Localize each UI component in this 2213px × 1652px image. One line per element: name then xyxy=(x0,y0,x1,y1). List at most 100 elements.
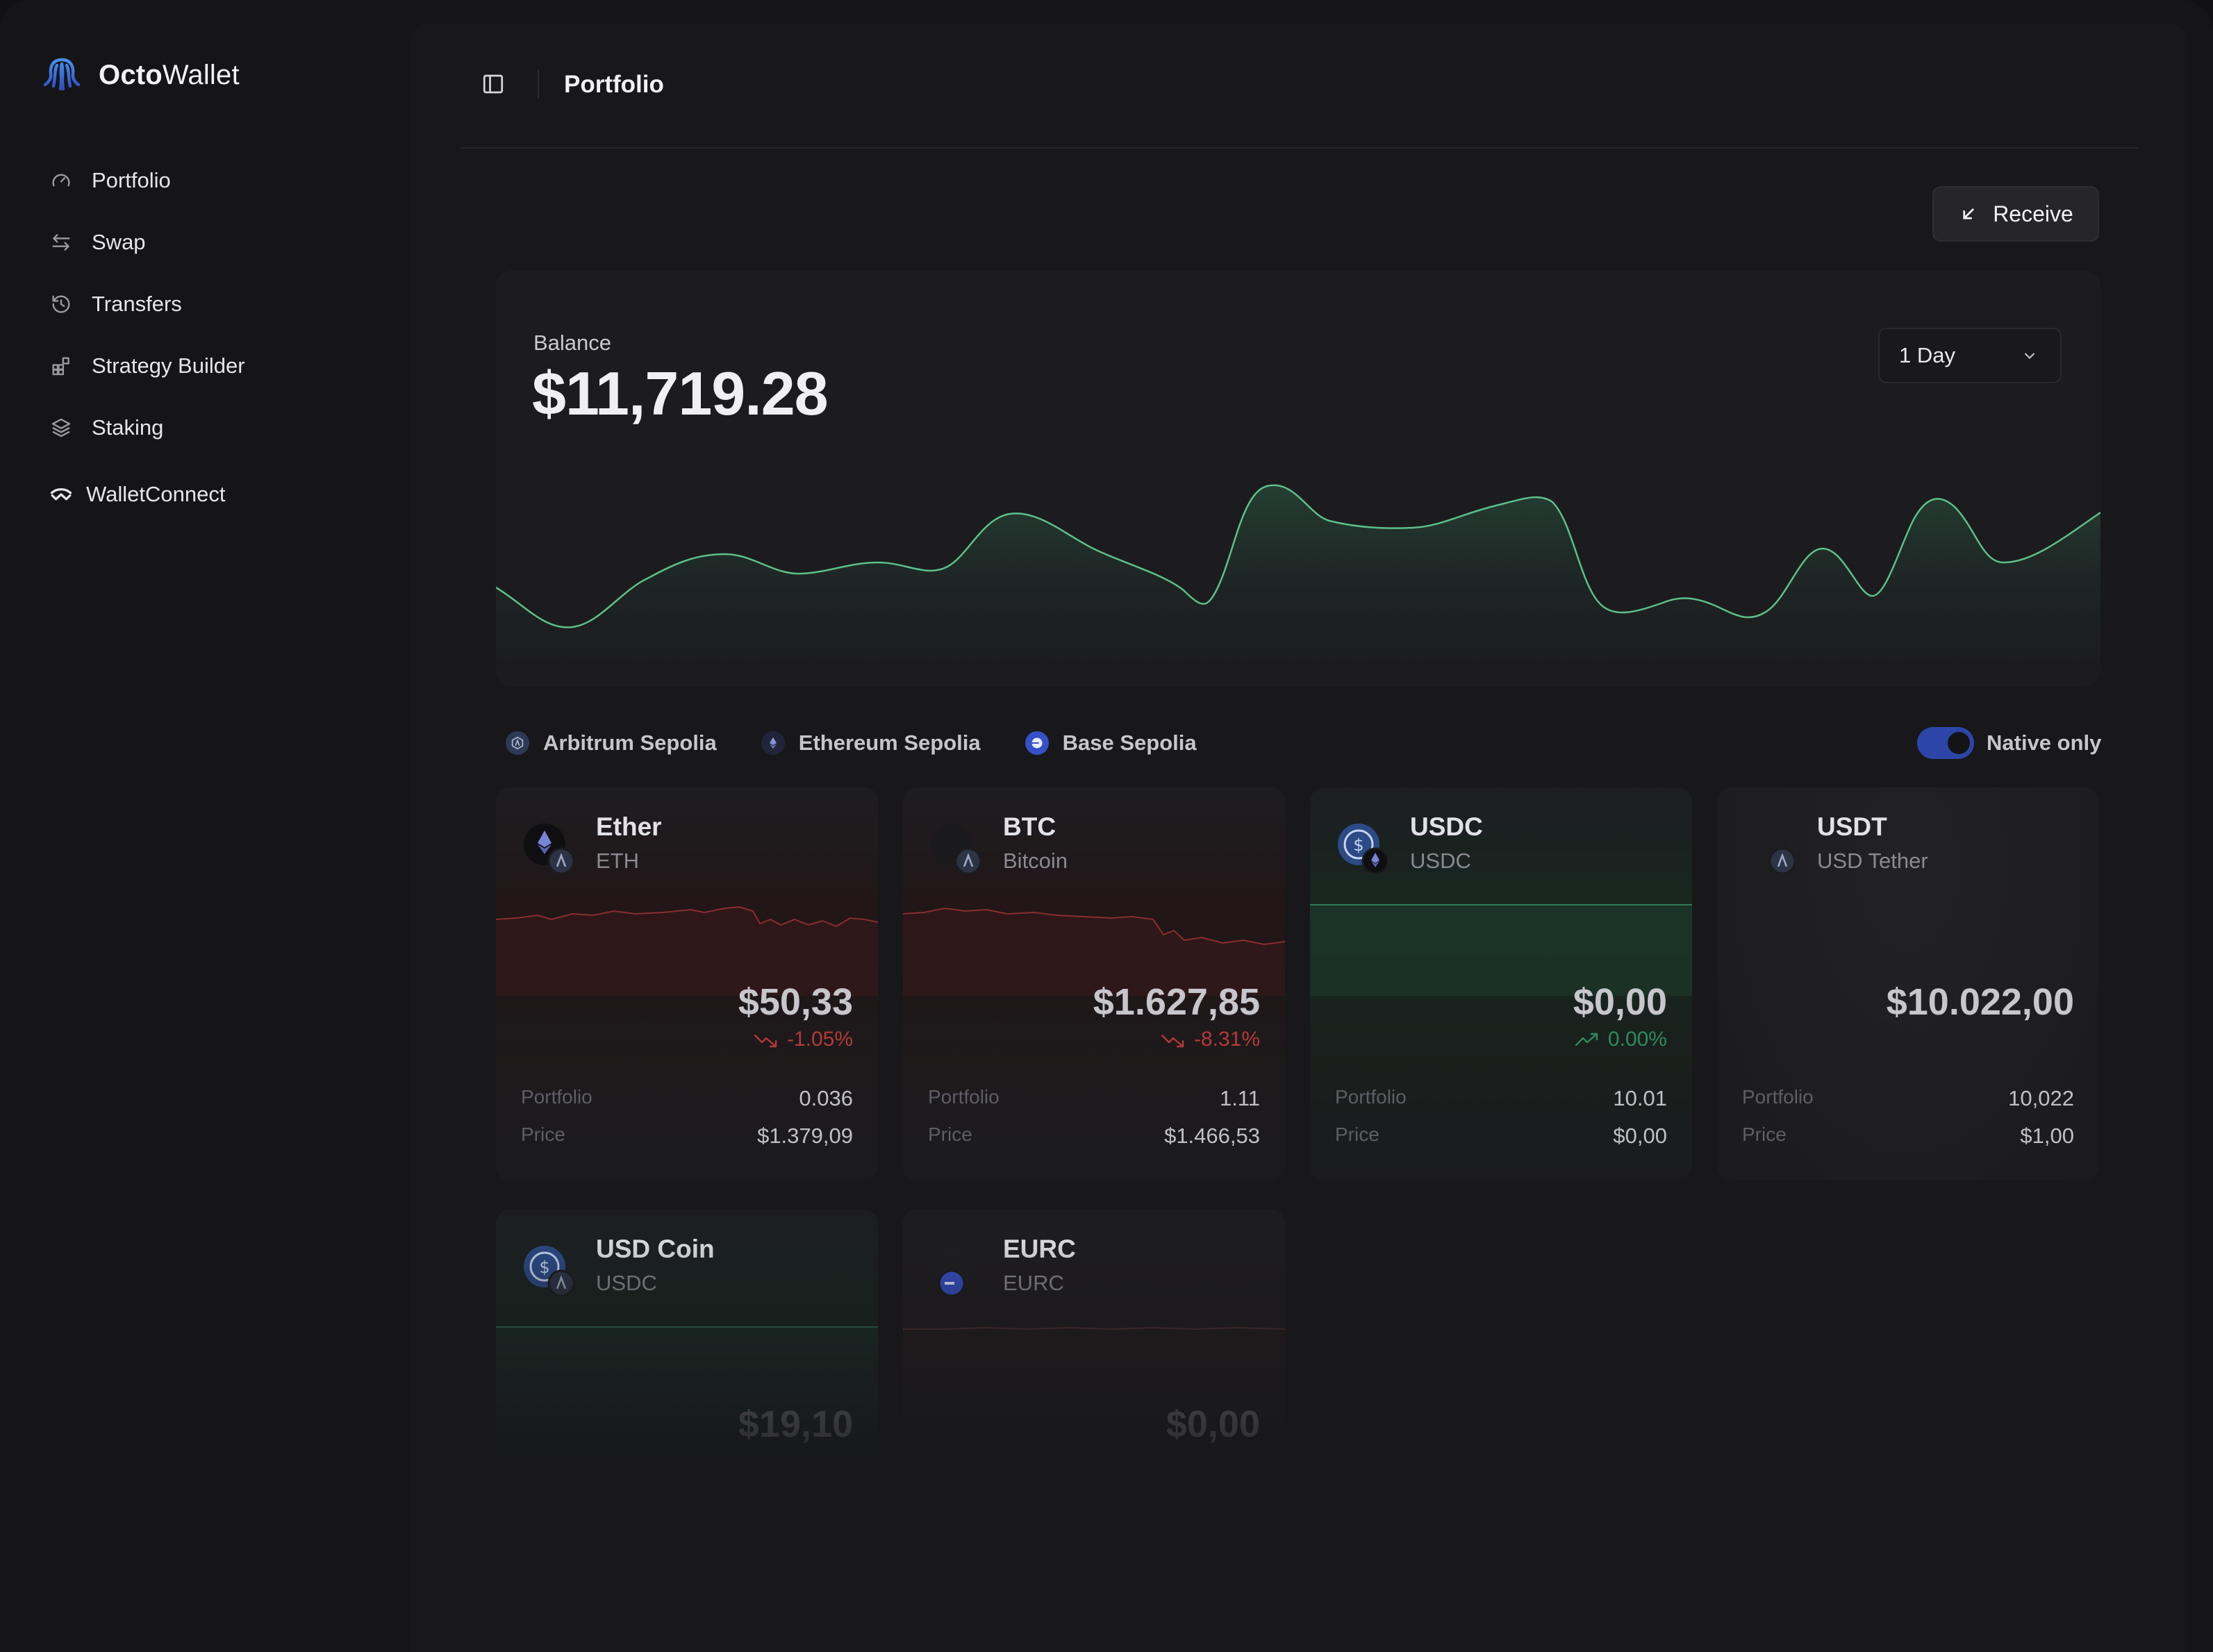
swap-arrows-icon xyxy=(49,230,74,255)
asset-value: $0,00 xyxy=(1573,981,1667,1023)
asset-grid: Ether ETH $50,33 -1.05% Portfolio 0.036 P… xyxy=(496,787,2100,1652)
sidebar-item-label: Swap xyxy=(92,230,146,254)
portfolio-row: Portfolio 1.11 xyxy=(928,1086,1260,1110)
network-label: Arbitrum Sepolia xyxy=(543,731,717,755)
portfolio-row: Portfolio 10.01 xyxy=(1335,1086,1667,1110)
octopus-logo-icon xyxy=(43,58,81,91)
sidebar-item-label: Transfers xyxy=(92,292,182,316)
toggle-knob xyxy=(1948,732,1970,754)
balance-label: Balance xyxy=(533,331,612,355)
asset-symbol: USDC xyxy=(1410,849,1471,873)
asset-value: $0,00 xyxy=(1166,1403,1260,1445)
asset-value: $1.627,85 xyxy=(1093,981,1260,1023)
sidebar-item-label: Strategy Builder xyxy=(92,353,245,378)
page-title: Portfolio xyxy=(564,71,664,98)
sidebar-item-portfolio[interactable]: Portfolio xyxy=(49,160,396,201)
network-filter: Arbitrum Sepolia Ethereum Sepolia Base S… xyxy=(496,722,1232,764)
asset-value: $19,10 xyxy=(738,1403,853,1445)
trending-down-icon xyxy=(1161,1034,1184,1048)
base-icon xyxy=(1025,731,1049,755)
svg-text:$: $ xyxy=(1353,835,1364,855)
portfolio-row: Portfolio 10,022 xyxy=(1742,1086,2074,1110)
logo[interactable]: OctoWallet xyxy=(42,56,240,94)
receive-button[interactable]: Receive xyxy=(1932,186,2099,242)
sidebar-panel-icon xyxy=(483,74,504,94)
price-row: Price $1.379,09 xyxy=(521,1124,853,1148)
sidebar-nav: Portfolio Swap Transfers Strategy Builde… xyxy=(49,160,396,535)
asset-symbol: EURC xyxy=(1003,1271,1064,1295)
asset-name: Ether xyxy=(596,812,662,841)
network-ethereum-sepolia[interactable]: Ethereum Sepolia xyxy=(752,731,981,756)
price-row: Price $0,00 xyxy=(1335,1124,1667,1148)
asset-card-usdt[interactable]: USDT USD Tether $10.022,00 Portfolio 10,0… xyxy=(1717,787,2099,1180)
asset-name: USDT xyxy=(1817,812,1887,841)
trending-up-icon xyxy=(1575,1033,1598,1046)
sidebar-item-transfers[interactable]: Transfers xyxy=(49,283,396,325)
main-panel: Portfolio Receive Balance $11,719.28 1 D… xyxy=(410,24,2188,1652)
asset-name: USDC xyxy=(1410,812,1483,841)
time-range-select[interactable]: 1 Day xyxy=(1878,328,2062,383)
portfolio-row: Portfolio 0.036 xyxy=(521,1086,853,1110)
asset-card-usdc[interactable]: $ USDC USDC $0,00 0.00% Portfolio 10.01 P… xyxy=(1310,787,1692,1180)
bitcoin-token-icon xyxy=(931,824,981,874)
network-label: Base Sepolia xyxy=(1062,731,1197,755)
price-row: Price $1,00 xyxy=(1742,1124,2074,1148)
sidebar: OctoWallet Portfolio Swap Transfers Stra… xyxy=(0,0,410,1652)
arbitrum-icon xyxy=(506,731,529,755)
layers-icon xyxy=(49,415,74,440)
trending-down-icon xyxy=(754,1034,777,1048)
svg-text:$: $ xyxy=(539,1258,549,1277)
asset-symbol: USD Tether xyxy=(1817,849,1928,873)
ethereum-icon xyxy=(761,731,785,755)
native-only-label: Native only xyxy=(1987,731,2102,755)
eurc-token-icon xyxy=(931,1246,972,1296)
usdc-token-icon: $ xyxy=(1338,824,1388,874)
price-row: Price $1.466,53 xyxy=(928,1124,1260,1148)
asset-card-ether[interactable]: Ether ETH $50,33 -1.05% Portfolio 0.036 P… xyxy=(496,787,878,1180)
history-icon xyxy=(49,292,74,317)
asset-value: $50,33 xyxy=(738,981,853,1023)
balance-value: $11,719.28 xyxy=(532,359,829,428)
asset-symbol: ETH xyxy=(596,849,639,873)
sidebar-item-label: WalletConnect xyxy=(86,482,226,506)
sidebar-item-staking[interactable]: Staking xyxy=(49,407,396,449)
asset-name: BTC xyxy=(1003,812,1056,841)
asset-card-usd-coin[interactable]: $ USD Coin USDC $19,10 xyxy=(496,1210,878,1603)
asset-value: $10.022,00 xyxy=(1886,981,2074,1023)
balance-chart xyxy=(496,484,2100,686)
gauge-icon xyxy=(49,168,74,193)
asset-card-btc[interactable]: BTC Bitcoin $1.627,85 -8.31% Portfolio 1.… xyxy=(903,787,1285,1180)
app-name: OctoWallet xyxy=(99,59,240,90)
blocks-icon xyxy=(49,353,74,378)
usdt-token-icon xyxy=(1745,824,1795,874)
walletconnect-icon xyxy=(49,482,74,507)
chevron-down-icon xyxy=(2025,353,2034,360)
asset-name: USD Coin xyxy=(596,1235,715,1263)
network-label: Ethereum Sepolia xyxy=(798,731,981,755)
app-window: OctoWallet Portfolio Swap Transfers Stra… xyxy=(0,0,2213,1652)
sidebar-toggle-button[interactable] xyxy=(481,72,506,97)
top-bar: Portfolio xyxy=(460,24,2138,149)
asset-symbol: Bitcoin xyxy=(1003,849,1068,873)
asset-change: -1.05% xyxy=(754,1028,853,1051)
time-range-value: 1 Day xyxy=(1899,343,1955,367)
sidebar-item-walletconnect[interactable]: WalletConnect xyxy=(49,474,396,515)
asset-name: EURC xyxy=(1003,1235,1076,1263)
asset-symbol: USDC xyxy=(596,1271,657,1295)
sidebar-item-label: Staking xyxy=(92,415,164,440)
asset-card-eurc[interactable]: EURC EURC $0,00 xyxy=(903,1210,1285,1603)
asset-change: -8.31% xyxy=(1161,1028,1260,1051)
balance-card: Balance $11,719.28 1 Day xyxy=(496,271,2100,686)
usd-coin-token-icon: $ xyxy=(524,1246,574,1296)
sidebar-item-label: Portfolio xyxy=(92,168,171,192)
toolbar-divider xyxy=(538,69,539,99)
asset-change: 0.00% xyxy=(1575,1028,1667,1051)
arrow-down-left-icon xyxy=(1963,208,1974,219)
sidebar-item-swap[interactable]: Swap xyxy=(49,222,396,263)
ether-token-icon xyxy=(524,824,574,874)
sidebar-item-strategy-builder[interactable]: Strategy Builder xyxy=(49,345,396,387)
native-only-filter: Native only xyxy=(1917,722,2101,764)
native-only-toggle[interactable] xyxy=(1917,727,1974,759)
network-arbitrum-sepolia[interactable]: Arbitrum Sepolia xyxy=(496,731,717,756)
network-base-sepolia[interactable]: Base Sepolia xyxy=(1016,731,1197,756)
